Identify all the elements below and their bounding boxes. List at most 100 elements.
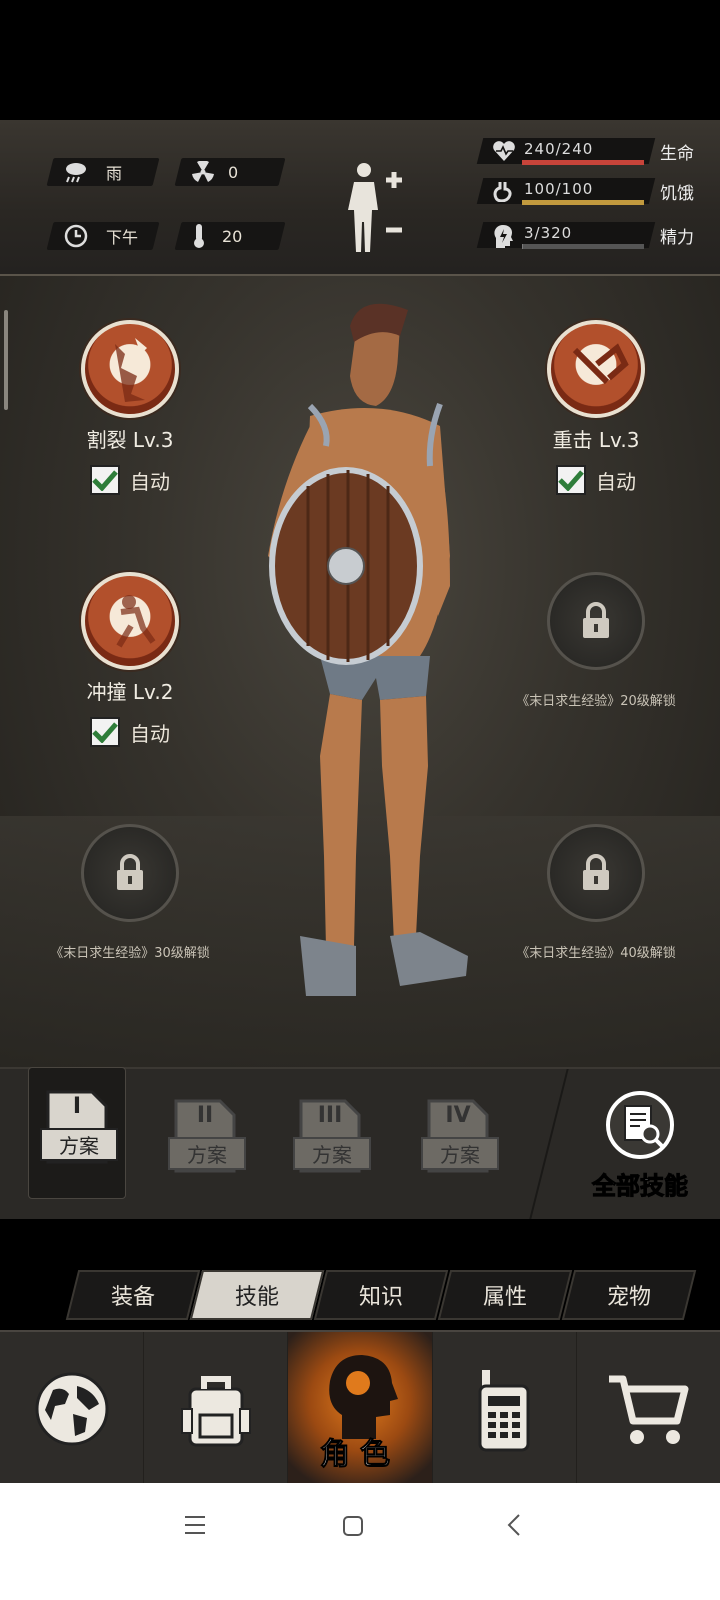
tab-label: 宠物 [606, 1285, 651, 1310]
backpack-icon [180, 1375, 251, 1446]
plan-label: 方案 [40, 1128, 118, 1161]
locked-skill-slot[interactable]: 《末日求生经验》40级解锁 [506, 824, 686, 961]
skill-heavy-strike-auto-toggle[interactable]: 自动 [506, 465, 686, 495]
plan-3-button[interactable]: III 方案 [280, 1099, 380, 1189]
system-navigation-bar [0, 1483, 720, 1600]
all-skills-button[interactable]: 全部技能 [580, 1090, 700, 1201]
tab-attributes[interactable]: 属性 [437, 1270, 573, 1320]
auto-checkbox[interactable] [556, 465, 586, 495]
nav-character-label: 角色 [320, 1437, 400, 1473]
menu-icon[interactable] [184, 1515, 206, 1535]
character-head-icon [329, 1354, 398, 1439]
tab-label: 技能 [234, 1285, 279, 1310]
hunger-value: 100/100 [524, 180, 594, 198]
rend-skill-icon[interactable] [81, 320, 179, 418]
skill-heavy-strike[interactable]: 重击 Lv.3 自动 [506, 320, 686, 495]
heart-icon [493, 141, 515, 161]
plan-2-button[interactable]: II 方案 [155, 1099, 255, 1189]
plan-4-button[interactable]: IV 方案 [408, 1099, 508, 1189]
locked-skill-slot[interactable]: 《末日求生经验》20级解锁 [506, 572, 686, 709]
body-figure-icon [348, 163, 402, 252]
plan-label: 方案 [293, 1137, 371, 1170]
scroll-indicator [4, 310, 8, 410]
clock-icon [64, 224, 88, 248]
tab-label: 属性 [482, 1285, 527, 1310]
body-status-button[interactable] [346, 158, 410, 258]
auto-label: 自动 [596, 469, 636, 494]
tab-pets[interactable]: 宠物 [561, 1270, 697, 1320]
skill-list-search-icon [606, 1091, 674, 1159]
status-bar [0, 0, 720, 120]
nav-world-map[interactable] [0, 1332, 145, 1485]
plan-1-button[interactable]: I 方案 [28, 1067, 126, 1199]
health-value: 240/240 [524, 140, 594, 158]
radiation-chip: 0 [174, 158, 286, 186]
plan-numeral: III [317, 1103, 343, 1128]
plan-numeral: II [196, 1103, 214, 1128]
plan-label: 方案 [168, 1137, 246, 1170]
skill-charge-auto-toggle[interactable]: 自动 [40, 717, 220, 747]
hud-panel: 雨 0 下午 20 240/240 生命 100/100 饥饿 3/320 精力 [0, 120, 720, 276]
plan-numeral: IV [445, 1103, 471, 1128]
home-icon[interactable] [342, 1515, 364, 1537]
health-bar-fill [522, 160, 644, 165]
plan-divider [529, 1069, 569, 1219]
charge-skill-icon[interactable] [81, 572, 179, 670]
energy-label: 精力 [660, 228, 694, 248]
energy-bar-fill [522, 244, 524, 249]
radiation-value: 0 [228, 162, 239, 182]
weather-chip: 雨 [46, 158, 160, 186]
time-chip: 下午 [46, 222, 160, 250]
auto-label: 自动 [130, 721, 170, 746]
survivor-character [268, 303, 468, 996]
auto-checkbox[interactable] [90, 717, 120, 747]
lock-icon [583, 854, 609, 890]
plan-numeral: I [72, 1094, 82, 1119]
globe-icon [35, 1372, 109, 1445]
energy-value: 3/320 [524, 224, 573, 242]
temperature-value: 20 [222, 226, 243, 246]
hunger-label: 饥饿 [660, 184, 694, 204]
skill-rend[interactable]: 割裂 Lv.3 自动 [40, 320, 220, 495]
tab-equipment[interactable]: 装备 [65, 1270, 201, 1320]
skill-rend-auto-toggle[interactable]: 自动 [40, 465, 220, 495]
lock-icon [117, 854, 143, 890]
skill-heavy-strike-name: 重击 Lv.3 [552, 428, 640, 452]
skill-charge[interactable]: 冲撞 Lv.2 自动 [40, 572, 220, 747]
health-label: 生命 [660, 144, 694, 164]
unlock-requirement: 《末日求生经验》20级解锁 [516, 694, 676, 709]
hunger-bar-fill [522, 200, 644, 205]
hunger-stat: 100/100 饥饿 [476, 176, 712, 206]
auto-checkbox[interactable] [90, 465, 120, 495]
check-icon [92, 722, 118, 743]
all-skills-label: 全部技能 [592, 1172, 689, 1201]
shopping-cart-icon [609, 1375, 689, 1444]
energy-head-icon [494, 225, 513, 248]
nav-backpack[interactable] [144, 1332, 289, 1485]
walkie-talkie-icon [478, 1369, 530, 1451]
back-icon[interactable] [506, 1513, 522, 1537]
thermometer-icon [194, 224, 204, 248]
plan-label: 方案 [421, 1137, 499, 1170]
nav-character[interactable]: 角色 [288, 1332, 433, 1485]
radiation-icon [192, 161, 214, 182]
energy-stat: 3/320 精力 [476, 220, 712, 250]
tab-label: 装备 [110, 1285, 155, 1310]
nav-radio[interactable] [433, 1332, 577, 1485]
temperature-chip: 20 [174, 222, 286, 250]
locked-skill-slot[interactable]: 《末日求生经验》30级解锁 [40, 824, 220, 961]
skill-rend-name: 割裂 Lv.3 [86, 428, 174, 452]
heavy-strike-skill-icon[interactable] [547, 320, 645, 418]
tab-knowledge[interactable]: 知识 [313, 1270, 449, 1320]
tab-skills[interactable]: 技能 [189, 1270, 325, 1320]
character-tabs: 装备 技能 知识 属性 宠物 [65, 1270, 712, 1320]
check-icon [92, 470, 118, 491]
auto-label: 自动 [130, 469, 170, 494]
rain-cloud-icon [66, 163, 86, 183]
check-icon [558, 470, 584, 491]
time-value: 下午 [106, 228, 139, 247]
unlock-requirement: 《末日求生经验》30级解锁 [50, 946, 210, 961]
character-scene: 割裂 Lv.3 自动 重击 Lv.3 自动 冲撞 Lv.2 自动 《末日求生经验… [0, 276, 720, 1086]
nav-shop[interactable] [577, 1332, 720, 1485]
bottom-navigation: 角色 [0, 1330, 720, 1485]
